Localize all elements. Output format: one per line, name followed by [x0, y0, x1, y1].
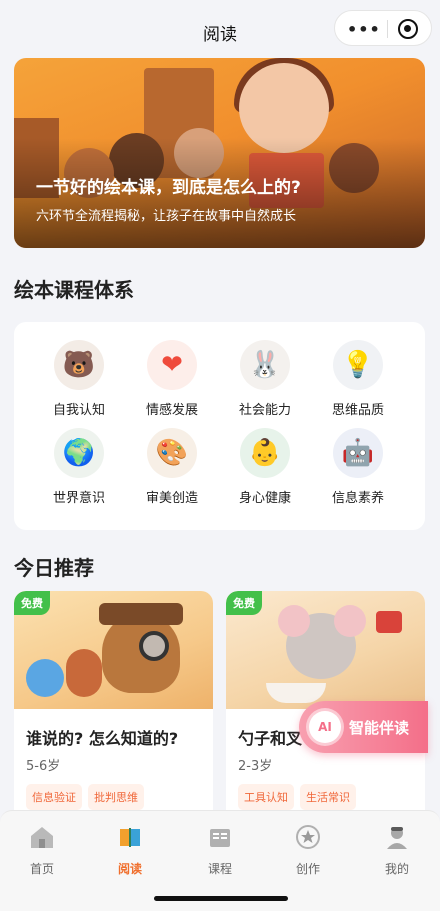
category-label: 思维品质 [331, 403, 384, 418]
card-tags: 信息验证 批判思维 [26, 784, 144, 810]
category-aesthetic-creation[interactable]: 🎨 审美创造 [127, 428, 217, 506]
baby-icon: 👶 [240, 428, 290, 478]
tab-label: 首页 [29, 862, 54, 876]
robot-icon: 🤖 [333, 428, 383, 478]
heart-icon: ❤ [147, 340, 197, 390]
card-title: 谁说的? 怎么知道的? [26, 729, 179, 748]
banner-subtitle: 六环节全流程揭秘，让孩子在故事中自然成长 [36, 209, 297, 224]
category-physical-mental-health[interactable]: 👶 身心健康 [220, 428, 310, 506]
curriculum-section-title: 绘本课程体系 [14, 278, 134, 302]
home-indicator [154, 896, 288, 901]
ai-companion-label: 智能伴读 [349, 719, 410, 737]
category-label: 审美创造 [145, 491, 198, 506]
banner-title: 一节好的绘本课，到底是怎么上的? [36, 178, 301, 198]
tab-label: 阅读 [117, 862, 142, 876]
category-emotional-development[interactable]: ❤ 情感发展 [127, 340, 217, 418]
teapot-illustration [376, 611, 402, 633]
ai-icon: AI [309, 711, 341, 743]
card-title: 勺子和叉 [238, 729, 303, 748]
top-nav-bar: 阅读 ••• [0, 0, 440, 58]
card-age: 2-3岁 [238, 759, 273, 774]
category-information-literacy[interactable]: 🤖 信息素养 [313, 428, 403, 506]
feature-banner[interactable]: 一节好的绘本课，到底是怎么上的? 六环节全流程揭秘，让孩子在故事中自然成长 [14, 58, 425, 248]
course-icon [206, 823, 234, 851]
more-icon[interactable]: ••• [347, 20, 381, 39]
category-label: 信息素养 [331, 491, 384, 506]
squirrel-illustration [66, 649, 102, 697]
bird-illustration [26, 659, 64, 697]
palette-icon: 🎨 [147, 428, 197, 478]
tag: 生活常识 [300, 784, 356, 810]
today-section-title: 今日推荐 [14, 556, 94, 580]
friends-icon: 🐰 [240, 340, 290, 390]
category-thinking-quality[interactable]: 💡 思维品质 [313, 340, 403, 418]
star-icon [294, 823, 322, 851]
tag: 工具认知 [238, 784, 294, 810]
home-icon [28, 823, 56, 851]
category-world-awareness[interactable]: 🌍 世界意识 [34, 428, 124, 506]
tab-reading[interactable]: 阅读 [100, 823, 160, 877]
detective-hat-illustration [99, 603, 183, 625]
tab-label: 我的 [384, 862, 409, 876]
category-social-skills[interactable]: 🐰 社会能力 [220, 340, 310, 418]
book-icon [116, 823, 144, 851]
tab-home[interactable]: 首页 [12, 823, 72, 877]
category-label: 自我认知 [52, 403, 105, 418]
tag: 信息验证 [26, 784, 82, 810]
globe-icon: 🌍 [54, 428, 104, 478]
free-badge: 免费 [226, 591, 262, 615]
lightbulb-icon: 💡 [333, 340, 383, 390]
category-label: 世界意识 [52, 491, 105, 506]
category-label: 社会能力 [238, 403, 291, 418]
tab-label: 课程 [207, 862, 232, 876]
tag: 批判思维 [88, 784, 144, 810]
bear-family-icon: 🐻 [54, 340, 104, 390]
card-age: 5-6岁 [26, 759, 61, 774]
category-label: 情感发展 [145, 403, 198, 418]
tab-create[interactable]: 创作 [278, 823, 338, 877]
capsule-divider [387, 20, 388, 38]
recommend-card[interactable]: 免费 谁说的? 怎么知道的? 5-6岁 信息验证 批判思维 [14, 591, 213, 831]
curriculum-grid: 🐻 自我认知 ❤ 情感发展 🐰 社会能力 💡 思维品质 🌍 世界意识 🎨 审美创… [14, 322, 425, 530]
tab-label: 创作 [295, 862, 320, 876]
free-badge: 免费 [14, 591, 50, 615]
category-label: 身心健康 [238, 491, 291, 506]
card-tags: 工具认知 生活常识 [238, 784, 356, 810]
tab-profile[interactable]: 我的 [367, 823, 427, 877]
close-miniprogram-icon[interactable] [398, 19, 418, 39]
category-self-awareness[interactable]: 🐻 自我认知 [34, 340, 124, 418]
tab-course[interactable]: 课程 [190, 823, 250, 877]
mouse-ear-illustration [278, 605, 310, 637]
mini-program-capsule: ••• [334, 10, 432, 46]
ai-companion-button[interactable]: AI 智能伴读 [299, 701, 428, 753]
profile-icon [383, 823, 411, 851]
mouse-ear-illustration [334, 605, 366, 637]
bowl-illustration [266, 683, 326, 703]
magnifier-illustration [139, 631, 169, 661]
